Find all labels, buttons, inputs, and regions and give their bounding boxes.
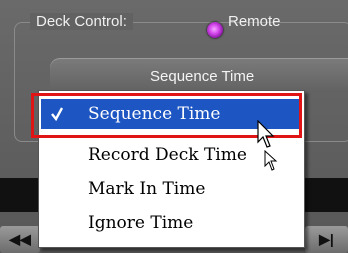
menu-item-label: Ignore Time: [88, 213, 194, 233]
deck-control-label: Deck Control:: [30, 13, 133, 30]
menu-item-mark-in-time[interactable]: Mark In Time: [41, 174, 302, 204]
play-button[interactable]: ▶|: [305, 226, 348, 253]
remote-radio-label[interactable]: Remote: [228, 13, 281, 30]
remote-radio-button[interactable]: [207, 22, 223, 38]
menu-item-label: Record Deck Time: [88, 145, 247, 165]
timecode-display-right: [305, 178, 348, 212]
timecode-display-left: [0, 178, 40, 212]
menu-item-ignore-time[interactable]: Ignore Time: [41, 208, 302, 238]
mouse-pointer-icon: [257, 120, 275, 148]
rewind-button[interactable]: ◀◀: [0, 226, 40, 253]
mouse-pointer-shadow-icon: [264, 150, 278, 171]
menu-item-label: Mark In Time: [88, 179, 206, 199]
dropdown-current-value: Sequence Time: [150, 68, 255, 85]
